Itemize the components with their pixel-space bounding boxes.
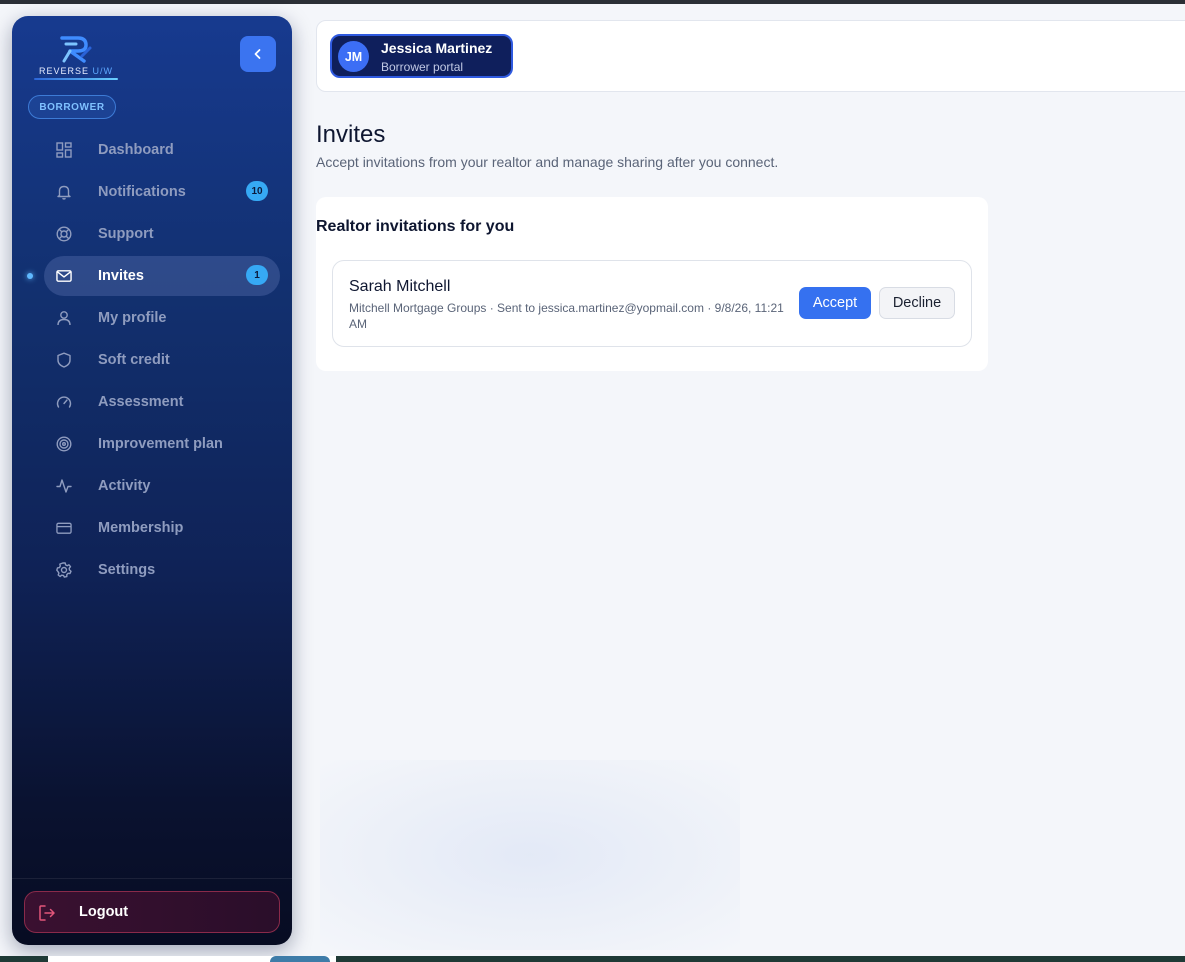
active-indicator	[27, 273, 33, 279]
sidebar-item-label: My profile	[98, 310, 167, 326]
inviter-name: Sarah Mitchell	[349, 278, 451, 295]
section-title: Realtor invitations for you	[316, 218, 515, 235]
chevron-left-icon	[254, 49, 261, 59]
sidebar-item-assessment[interactable]: Assessment	[44, 382, 280, 422]
taskbar-strip	[0, 956, 1185, 962]
sidebar-item-settings[interactable]: Settings	[44, 550, 280, 590]
invite-card: Sarah Mitchell Mitchell Mortgage Groups …	[332, 260, 972, 347]
sidebar-item-label: Soft credit	[98, 352, 170, 368]
logout-button[interactable]: Logout	[24, 891, 280, 933]
sidebar-item-label: Support	[98, 226, 154, 242]
shield-icon	[56, 352, 72, 368]
sidebar-item-label: Settings	[98, 562, 156, 578]
sidebar-item-dashboard[interactable]: Dashboard	[44, 130, 280, 170]
gear-icon	[56, 562, 72, 578]
notification-count-badge: 10	[246, 181, 268, 201]
sidebar-nav: Dashboard Notifications 10 Support Invit…	[27, 130, 280, 592]
logo-mark-icon	[60, 36, 92, 63]
sidebar-item-label: Assessment	[98, 394, 184, 410]
logout-icon	[38, 904, 56, 922]
user-name: Jessica Martinez	[381, 40, 493, 56]
accept-button[interactable]: Accept	[799, 287, 871, 319]
logo-wordmark: REVERSE U/W	[38, 66, 114, 76]
sidebar-item-label: Membership	[98, 520, 184, 536]
window-top-strip	[0, 0, 1185, 4]
top-header: JM Jessica Martinez Borrower portal	[316, 20, 1185, 92]
user-role: Borrower portal	[381, 60, 464, 74]
sidebar-item-support[interactable]: Support	[44, 214, 280, 254]
logo-underline	[34, 78, 118, 80]
target-icon	[56, 436, 72, 452]
credit-card-icon	[56, 520, 72, 536]
sidebar-item-notifications[interactable]: Notifications 10	[44, 172, 280, 212]
collapse-sidebar-button[interactable]	[240, 36, 276, 72]
sidebar-item-invites[interactable]: Invites 1	[27, 256, 280, 296]
taskbar-app-icon[interactable]	[270, 956, 330, 962]
activity-icon	[56, 478, 72, 494]
sidebar-item-my-profile[interactable]: My profile	[44, 298, 280, 338]
sidebar-item-membership[interactable]: Membership	[44, 508, 280, 548]
sidebar-item-soft-credit[interactable]: Soft credit	[44, 340, 280, 380]
page-subtitle: Accept invitations from your realtor and…	[316, 154, 779, 170]
realtor-invitations-panel: Realtor invitations for you Sarah Mitche…	[316, 197, 988, 371]
role-badge: BORROWER	[28, 95, 116, 119]
invite-meta: Mitchell Mortgage Groups · Sent to jessi…	[349, 301, 784, 331]
gauge-icon	[56, 394, 72, 410]
sidebar-item-label: Activity	[98, 478, 151, 494]
sidebar-item-label: Notifications	[98, 184, 186, 200]
invites-count-badge: 1	[246, 265, 268, 285]
sidebar-divider	[12, 878, 292, 879]
mail-icon	[56, 268, 72, 284]
sidebar-item-improvement-plan[interactable]: Improvement plan	[44, 424, 280, 464]
avatar: JM	[338, 41, 369, 72]
sidebar-item-label: Improvement plan	[98, 436, 223, 452]
lifebuoy-icon	[56, 226, 72, 242]
sidebar-item-activity[interactable]: Activity	[44, 466, 280, 506]
sidebar-item-label: Invites	[98, 268, 144, 284]
brand-logo[interactable]: REVERSE U/W	[32, 34, 120, 90]
logout-label: Logout	[79, 904, 129, 920]
user-menu[interactable]: JM Jessica Martinez Borrower portal	[330, 34, 513, 78]
user-icon	[56, 310, 72, 326]
sidebar-item-label: Dashboard	[98, 142, 174, 158]
sidebar: REVERSE U/W BORROWER Dashboard Notificat…	[12, 16, 292, 945]
decline-button[interactable]: Decline	[879, 287, 955, 319]
bell-icon	[56, 184, 72, 200]
background-glow	[320, 760, 740, 950]
page-title: Invites	[316, 121, 386, 148]
dashboard-icon	[56, 142, 72, 158]
